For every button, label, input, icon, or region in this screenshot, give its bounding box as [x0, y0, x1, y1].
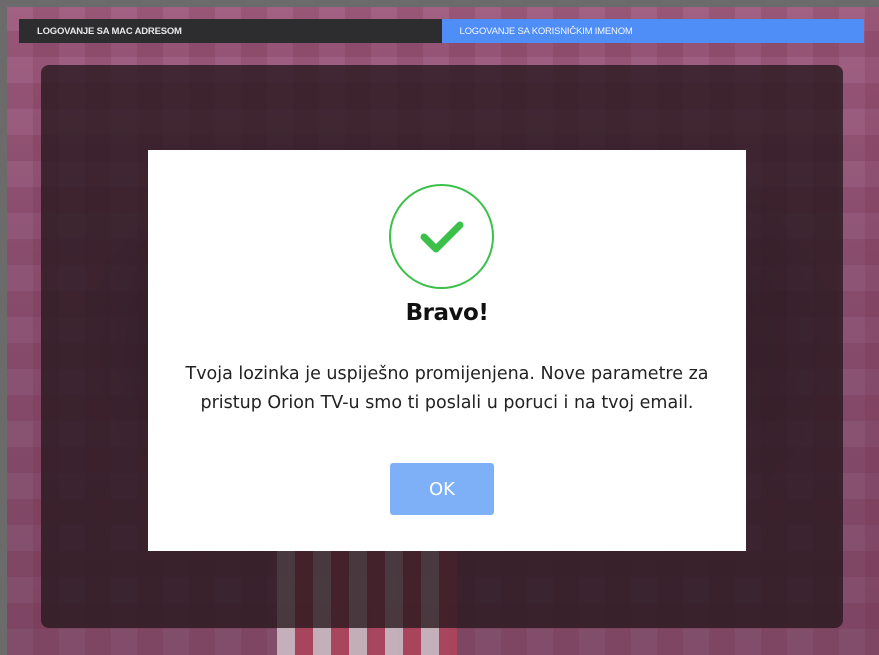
success-icon-circle: [389, 184, 494, 289]
dialog-message: Tvoja lozinka je uspiješno promijenjena.…: [185, 364, 709, 413]
dialog-title: Bravo!: [405, 300, 489, 326]
success-dialog: Bravo! Tvoja lozinka je uspiješno promij…: [148, 150, 746, 551]
login-tabs: LOGOVANJE SA MAC ADRESOM LOGOVANJE SA KO…: [19, 19, 864, 43]
tab-username-login[interactable]: LOGOVANJE SA KORISNIČKIM IMENOM: [441, 19, 864, 43]
ok-button[interactable]: OK: [390, 463, 494, 515]
check-icon: [420, 221, 463, 252]
tab-mac-login[interactable]: LOGOVANJE SA MAC ADRESOM: [19, 19, 442, 43]
